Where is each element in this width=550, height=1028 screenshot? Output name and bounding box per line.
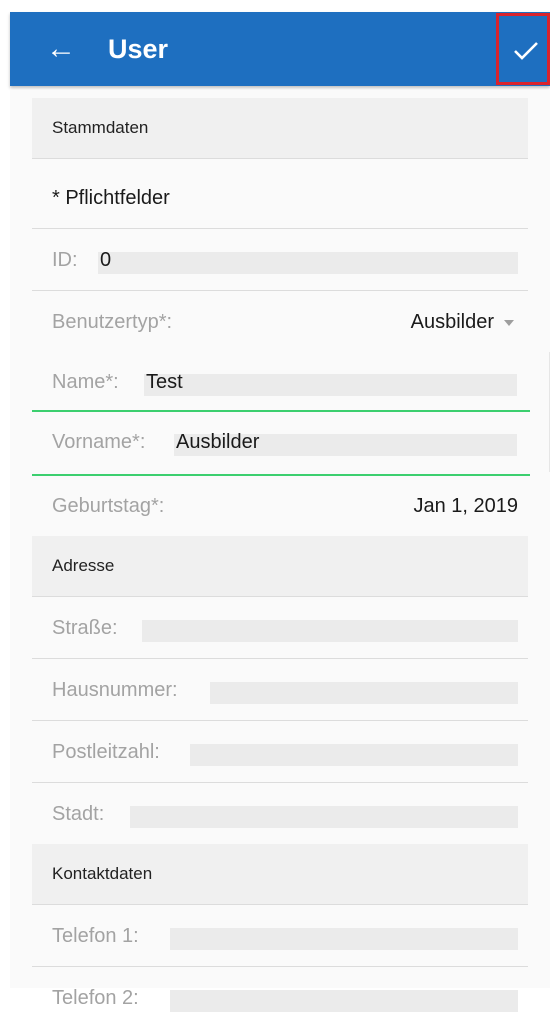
divider	[32, 720, 528, 721]
telefon2-label: Telefon 2:	[52, 987, 139, 1009]
hausnummer-label: Hausnummer:	[52, 679, 178, 701]
id-value: 0	[100, 249, 112, 271]
check-icon	[514, 42, 538, 60]
postleitzahl-label: Postleitzahl:	[52, 741, 160, 763]
save-button[interactable]	[496, 13, 550, 85]
hausnummer-input[interactable]	[210, 682, 518, 704]
postleitzahl-input[interactable]	[190, 744, 518, 766]
section-title: Stammdaten	[52, 118, 149, 137]
benutzertyp-select[interactable]: Ausbilder	[411, 311, 494, 334]
stadt-label: Stadt:	[52, 803, 105, 825]
vorname-label: Vorname*:	[52, 431, 146, 453]
divider	[32, 290, 528, 291]
form-content: Stammdaten * Pflichtfelder ID: 0 Benutze…	[10, 90, 550, 1012]
telefon2-input[interactable]	[170, 990, 518, 1012]
strasse-input[interactable]	[142, 620, 518, 642]
required-note: * Pflichtfelder	[52, 187, 170, 209]
telefon1-input[interactable]	[170, 928, 518, 950]
hausnummer-row: Hausnummer:	[32, 660, 528, 720]
telefon1-row: Telefon 1:	[32, 906, 528, 966]
name-input[interactable]	[144, 374, 517, 396]
id-label: ID:	[52, 249, 78, 271]
telefon2-row: Telefon 2:	[32, 968, 528, 1028]
vorname-value: Ausbilder	[176, 431, 260, 453]
divider	[32, 782, 528, 783]
benutzertyp-label: Benutzertyp*:	[52, 311, 173, 333]
postleitzahl-row: Postleitzahl:	[32, 722, 528, 782]
section-header-stammdaten: Stammdaten	[32, 98, 528, 159]
section-header-adresse: Adresse	[32, 536, 528, 597]
name-value: Test	[146, 371, 183, 393]
divider	[32, 228, 528, 229]
vorname-row: Vorname*: Ausbilder	[32, 412, 550, 472]
strasse-row: Straße:	[32, 598, 528, 658]
name-row: Name*: Test	[32, 352, 550, 412]
dropdown-arrow-icon[interactable]	[504, 320, 514, 326]
id-field[interactable]	[98, 252, 518, 274]
section-header-kontaktdaten: Kontaktdaten	[32, 844, 528, 905]
name-label: Name*:	[52, 371, 119, 393]
telefon1-label: Telefon 1:	[52, 925, 139, 947]
benutzertyp-row[interactable]: Benutzertyp*: Ausbilder	[32, 292, 528, 352]
stadt-input[interactable]	[130, 806, 518, 828]
id-row: ID: 0	[32, 230, 528, 290]
page-title: User	[108, 34, 169, 64]
strasse-label: Straße:	[52, 617, 118, 639]
stadt-row: Stadt:	[32, 784, 528, 844]
divider	[32, 966, 528, 967]
geburtstag-value[interactable]: Jan 1, 2019	[413, 495, 518, 518]
geburtstag-row[interactable]: Geburtstag*: Jan 1, 2019	[32, 476, 528, 536]
section-title: Adresse	[52, 556, 115, 575]
divider	[32, 658, 528, 659]
section-title: Kontaktdaten	[52, 864, 153, 883]
geburtstag-label: Geburtstag*:	[52, 495, 165, 517]
app-toolbar: ← User	[10, 12, 550, 86]
back-arrow-icon[interactable]: ←	[46, 32, 82, 66]
required-note-row: * Pflichtfelder	[32, 168, 528, 228]
